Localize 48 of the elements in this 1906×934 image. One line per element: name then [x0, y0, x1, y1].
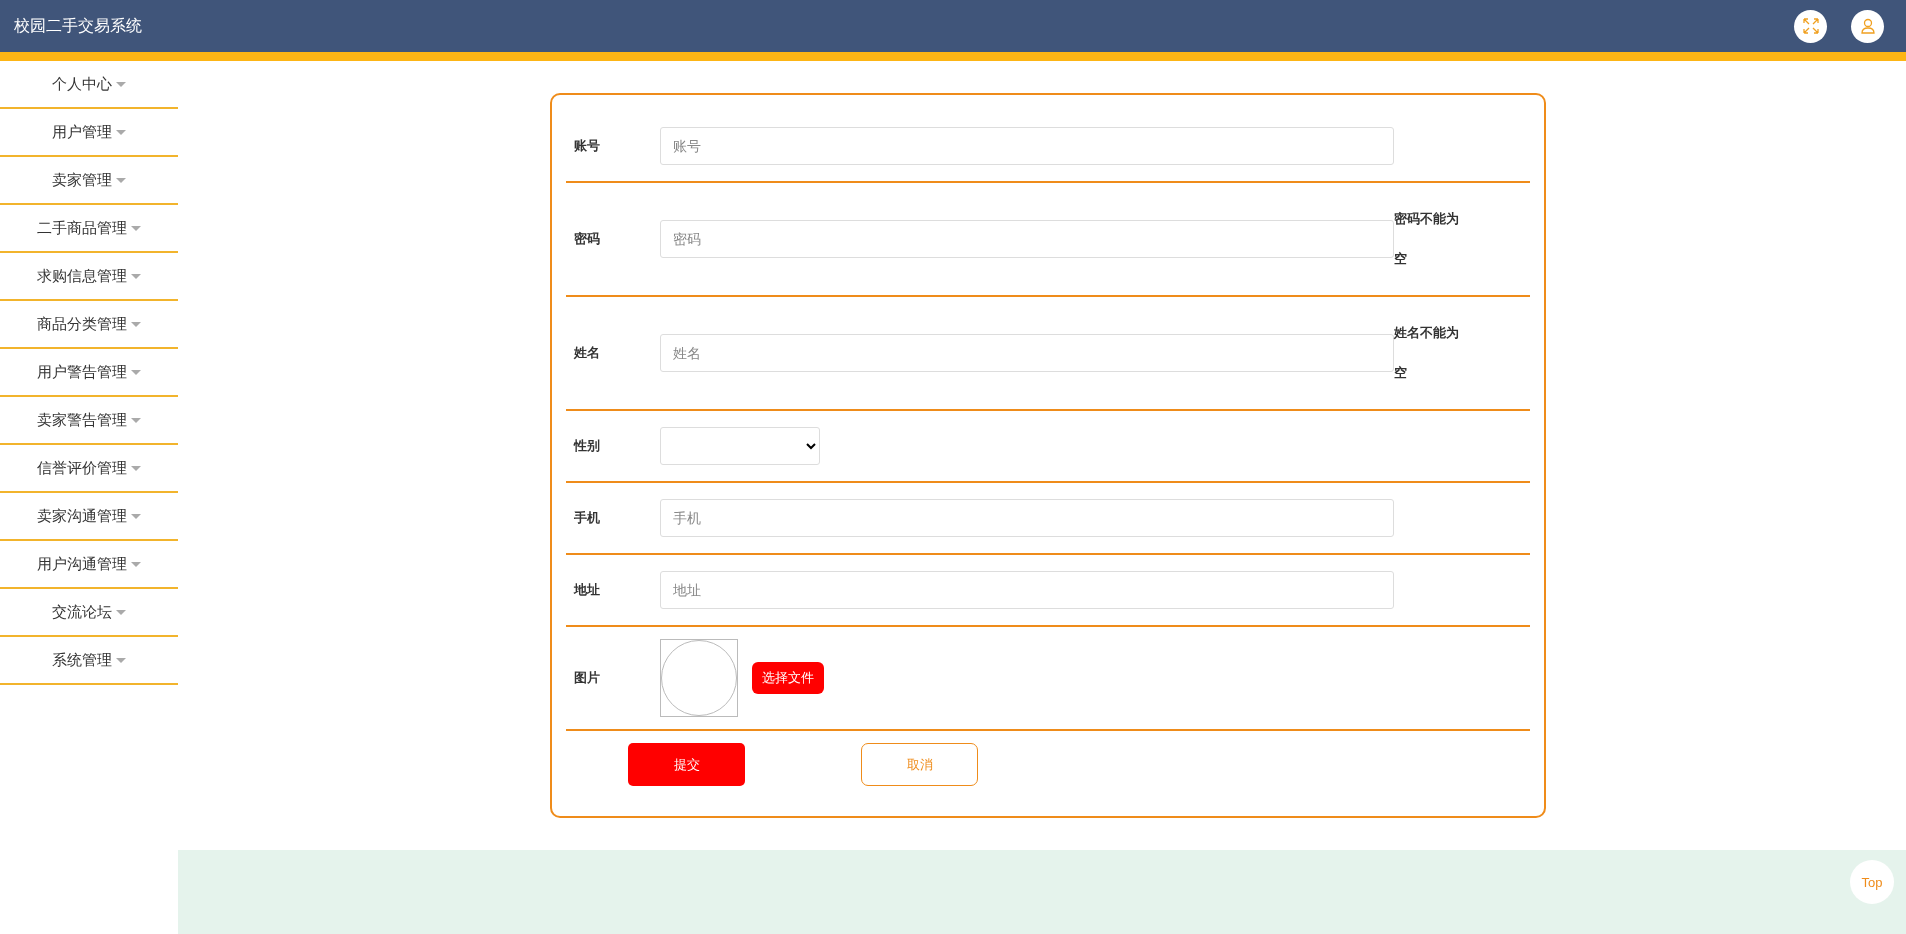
error-message: 姓名不能为空 — [1394, 324, 1460, 382]
caret-icon — [131, 370, 141, 376]
caret-icon — [131, 562, 141, 568]
select-field[interactable] — [660, 427, 820, 465]
sidebar-item[interactable]: 卖家沟通管理 — [0, 493, 178, 541]
input-field[interactable]: 地址 — [660, 571, 1394, 609]
sidebar-item[interactable]: 信誉评价管理 — [0, 445, 178, 493]
caret-icon — [131, 226, 141, 232]
expand-icon — [1801, 17, 1820, 35]
caret-icon — [116, 82, 126, 88]
app-title: 校园二手交易系统 — [14, 15, 142, 37]
input-field[interactable]: 密码 — [660, 220, 1394, 258]
choose-file-button[interactable]: 选择文件 — [752, 662, 824, 694]
field-label: 图片 — [573, 669, 601, 687]
sidebar-item[interactable]: 系统管理 — [0, 637, 178, 685]
sidebar-item[interactable]: 用户警告管理 — [0, 349, 178, 397]
caret-icon — [116, 658, 126, 664]
sidebar-item[interactable]: 卖家管理 — [0, 157, 178, 205]
caret-icon — [131, 466, 141, 472]
field-label: 手机 — [573, 509, 601, 527]
caret-icon — [131, 322, 141, 328]
input-field[interactable]: 姓名 — [660, 334, 1394, 372]
submit-button[interactable]: 提交 — [628, 743, 745, 786]
user-button[interactable] — [1851, 9, 1884, 43]
error-message: 密码不能为空 — [1394, 210, 1460, 268]
sidebar-item[interactable]: 求购信息管理 — [0, 253, 178, 301]
user-icon — [1858, 17, 1877, 35]
sidebar-item[interactable]: 用户管理 — [0, 109, 178, 157]
field-label: 性别 — [572, 437, 601, 455]
sidebar-item[interactable]: 个人中心 — [0, 61, 178, 109]
sidebar-item[interactable]: 用户沟通管理 — [0, 541, 178, 589]
caret-icon — [131, 274, 141, 280]
sidebar-item[interactable]: 二手商品管理 — [0, 205, 178, 253]
caret-icon — [131, 514, 141, 520]
caret-icon — [116, 130, 126, 136]
field-label: 账号 — [573, 137, 601, 155]
sidebar-item[interactable]: 商品分类管理 — [0, 301, 178, 349]
caret-icon — [116, 610, 126, 616]
field-label: 地址 — [572, 581, 601, 599]
input-field[interactable]: 手机 — [660, 499, 1394, 537]
sidebar-item[interactable]: 交流论坛 — [0, 589, 178, 637]
caret-icon — [131, 418, 141, 424]
input-field[interactable]: 账号 — [660, 127, 1394, 165]
field-label: 密码 — [573, 230, 601, 248]
sidebar-item[interactable]: 卖家警告管理 — [0, 397, 178, 445]
caret-icon — [116, 178, 126, 184]
fullscreen-button[interactable] — [1794, 9, 1827, 43]
field-label: 姓名 — [573, 344, 601, 362]
